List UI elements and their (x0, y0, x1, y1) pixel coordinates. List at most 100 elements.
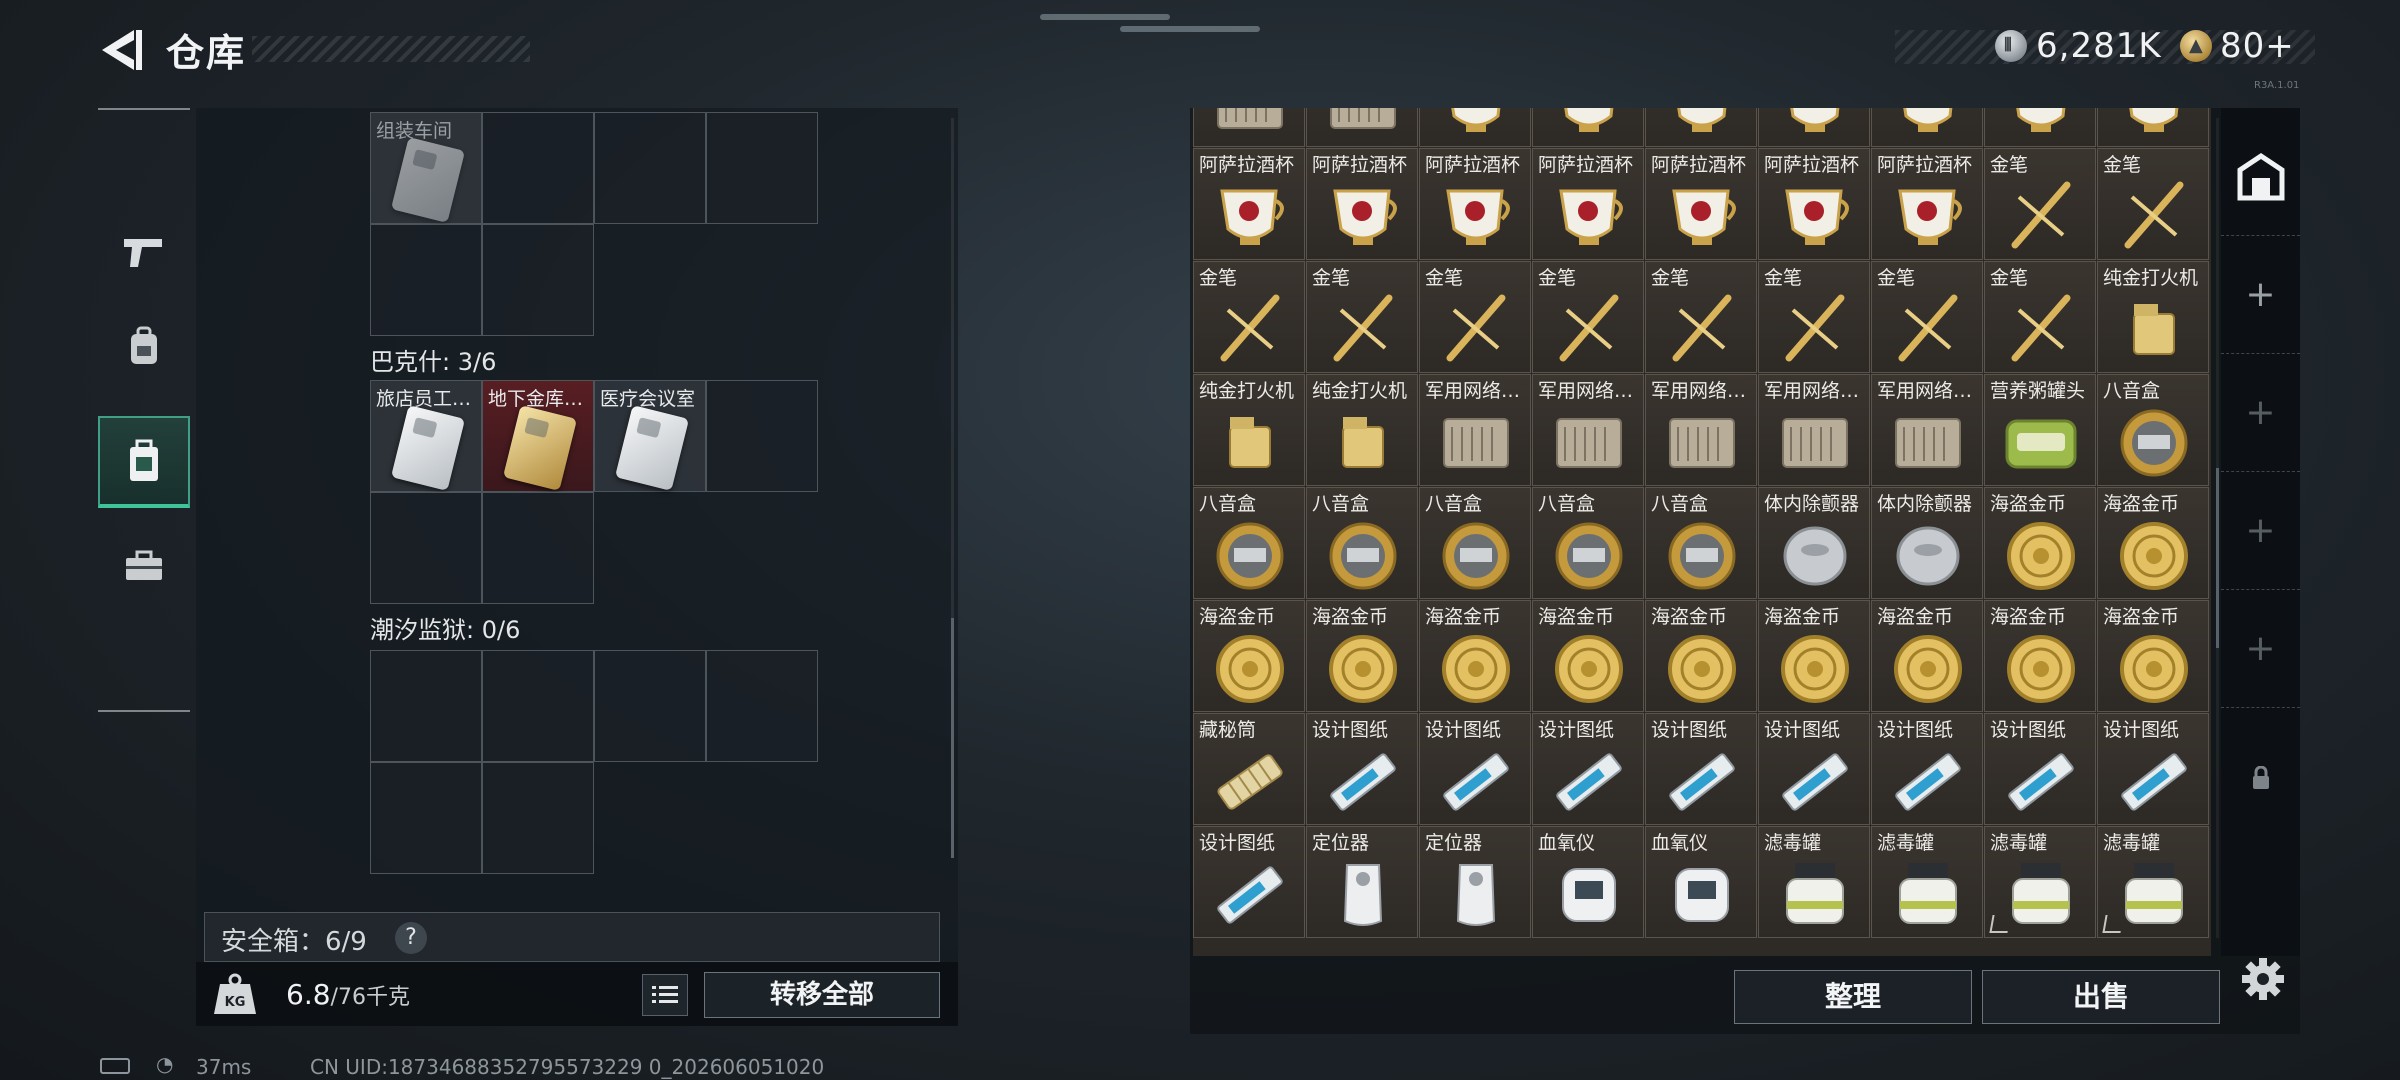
inventory-item[interactable]: 金笔 (1193, 261, 1305, 373)
storage-slot[interactable] (370, 224, 482, 336)
inventory-item[interactable]: 军用网络… (1758, 374, 1870, 486)
inventory-item[interactable]: 设计图纸 (1758, 713, 1870, 825)
inventory-item[interactable]: 军用网络… (1532, 374, 1644, 486)
inventory-item[interactable]: 设计图纸 (1306, 713, 1418, 825)
inventory-item[interactable]: 阿萨拉酒杯 (1758, 148, 1870, 260)
inventory-item[interactable]: 阿萨拉酒杯 (1645, 148, 1757, 260)
inventory-item[interactable]: 营养粥罐头 (1984, 374, 2096, 486)
inventory-item[interactable]: 海盗金币 (2097, 487, 2209, 599)
inventory-item[interactable]: 阿萨拉酒杯 (1193, 148, 1305, 260)
inventory-item[interactable] (1984, 108, 2096, 147)
inventory-item[interactable]: 八音盒 (1532, 487, 1644, 599)
inventory-item[interactable] (1871, 108, 1983, 147)
storage-slot[interactable] (482, 112, 594, 224)
inventory-item[interactable]: 滤毒罐 (1758, 826, 1870, 938)
inventory-item[interactable]: 八音盒 (1419, 487, 1531, 599)
storage-slot[interactable] (370, 762, 482, 874)
inventory-item[interactable]: 海盗金币 (1419, 600, 1531, 712)
inventory-item[interactable] (1532, 108, 1644, 147)
inventory-item[interactable]: 海盗金币 (1193, 600, 1305, 712)
inventory-item[interactable]: 设计图纸 (1645, 713, 1757, 825)
inventory-item[interactable]: 藏秘筒 (1193, 713, 1305, 825)
inventory-item[interactable]: 体内除颤器 (1871, 487, 1983, 599)
category-backpack[interactable] (98, 300, 190, 392)
inventory-item[interactable]: 体内除颤器 (1758, 487, 1870, 599)
inventory-item[interactable]: 军用网络… (1419, 374, 1531, 486)
inventory-item[interactable]: 军用网络… (1645, 374, 1757, 486)
storage-slot[interactable] (482, 224, 594, 336)
keycard-slot[interactable]: 旅店员工… (370, 380, 482, 492)
sort-button[interactable]: 整理 (1734, 970, 1972, 1024)
inventory-item[interactable]: 海盗金币 (1871, 600, 1983, 712)
storage-slot[interactable] (594, 112, 706, 224)
inventory-item[interactable]: 阿萨拉酒杯 (1306, 148, 1418, 260)
inventory-item[interactable]: 海盗金币 (1306, 600, 1418, 712)
inventory-item[interactable]: 军用网络… (1871, 374, 1983, 486)
inventory-item[interactable]: 设计图纸 (1871, 713, 1983, 825)
list-view-button[interactable] (642, 974, 688, 1016)
locked-storage-button[interactable] (2221, 708, 2300, 848)
inventory-item[interactable]: 纯金打火机 (2097, 261, 2209, 373)
inventory-item[interactable]: 血氧仪 (1645, 826, 1757, 938)
inventory-item[interactable]: 金笔 (1984, 261, 2096, 373)
storage-slot[interactable] (370, 650, 482, 762)
keycard-slot[interactable]: 医疗会议室 (594, 380, 706, 492)
storage-slot[interactable] (706, 650, 818, 762)
inventory-item[interactable]: 八音盒 (1193, 487, 1305, 599)
inventory-item[interactable]: 金笔 (1758, 261, 1870, 373)
storage-slot[interactable] (482, 492, 594, 604)
inventory-item[interactable]: 八音盒 (1306, 487, 1418, 599)
inventory-item[interactable]: 定位器 (1419, 826, 1531, 938)
inventory-item[interactable]: 海盗金币 (1758, 600, 1870, 712)
inventory-item[interactable]: 设计图纸 (1419, 713, 1531, 825)
storage-slot[interactable] (706, 112, 818, 224)
inventory-item[interactable]: 金笔 (1984, 148, 2096, 260)
inventory-item[interactable]: 纯金打火机 (1306, 374, 1418, 486)
add-storage-button[interactable]: + (2221, 472, 2300, 590)
inventory-item[interactable] (2097, 108, 2209, 147)
inventory-item[interactable]: 滤毒罐 (1871, 826, 1983, 938)
inventory-item[interactable]: 海盗金币 (1532, 600, 1644, 712)
storage-slot[interactable] (482, 650, 594, 762)
inventory-item[interactable]: 金笔 (1871, 261, 1983, 373)
inventory-item[interactable]: 定位器 (1306, 826, 1418, 938)
main-storage-tab[interactable] (2221, 118, 2300, 236)
storage-slot[interactable]: 组装车间 (370, 112, 482, 224)
storage-slot[interactable] (594, 650, 706, 762)
storage-slot[interactable] (370, 492, 482, 604)
inventory-item[interactable]: 阿萨拉酒杯 (1871, 148, 1983, 260)
inventory-item[interactable]: 滤毒罐 (1984, 826, 2096, 938)
sell-button[interactable]: 出售 (1982, 970, 2220, 1024)
add-storage-button[interactable]: + (2221, 236, 2300, 354)
inventory-item[interactable]: 纯金打火机 (1193, 374, 1305, 486)
item-grid[interactable]: 阿萨拉酒杯 阿萨拉酒杯 阿萨拉酒杯 阿萨拉酒杯 阿萨拉酒杯 阿萨拉酒杯 阿萨拉酒杯 金笔 金笔金… (1193, 108, 2211, 956)
inventory-item[interactable]: 金笔 (1306, 261, 1418, 373)
inventory-item[interactable]: 设计图纸 (1193, 826, 1305, 938)
inventory-item[interactable]: 设计图纸 (2097, 713, 2209, 825)
gold-amount[interactable]: 80+ (2220, 26, 2295, 66)
inventory-item[interactable]: 滤毒罐 (2097, 826, 2209, 938)
category-toolbox[interactable] (98, 520, 190, 612)
inventory-item[interactable] (1193, 108, 1305, 147)
inventory-item[interactable]: 金笔 (1419, 261, 1531, 373)
settings-gear-icon[interactable] (2238, 954, 2288, 1004)
inventory-item[interactable]: 阿萨拉酒杯 (1532, 148, 1644, 260)
inventory-item[interactable]: 金笔 (1532, 261, 1644, 373)
back-arrow-icon[interactable] (98, 28, 144, 72)
inventory-item[interactable]: 八音盒 (1645, 487, 1757, 599)
inventory-item[interactable] (1306, 108, 1418, 147)
inventory-item[interactable]: 阿萨拉酒杯 (1419, 148, 1531, 260)
inventory-item[interactable]: 设计图纸 (1532, 713, 1644, 825)
category-safe-case[interactable] (98, 416, 190, 508)
inventory-item[interactable]: 八音盒 (2097, 374, 2209, 486)
inventory-item[interactable]: 海盗金币 (1984, 487, 2096, 599)
grid-scrollbar[interactable] (2216, 118, 2219, 938)
add-storage-button[interactable]: + (2221, 354, 2300, 472)
inventory-item[interactable]: 海盗金币 (2097, 600, 2209, 712)
inventory-item[interactable]: 海盗金币 (1984, 600, 2096, 712)
inventory-item[interactable]: 金笔 (1645, 261, 1757, 373)
category-weapons[interactable] (98, 206, 190, 298)
storage-slot[interactable] (706, 380, 818, 492)
inventory-item[interactable]: 血氧仪 (1532, 826, 1644, 938)
storage-slot[interactable] (482, 762, 594, 874)
